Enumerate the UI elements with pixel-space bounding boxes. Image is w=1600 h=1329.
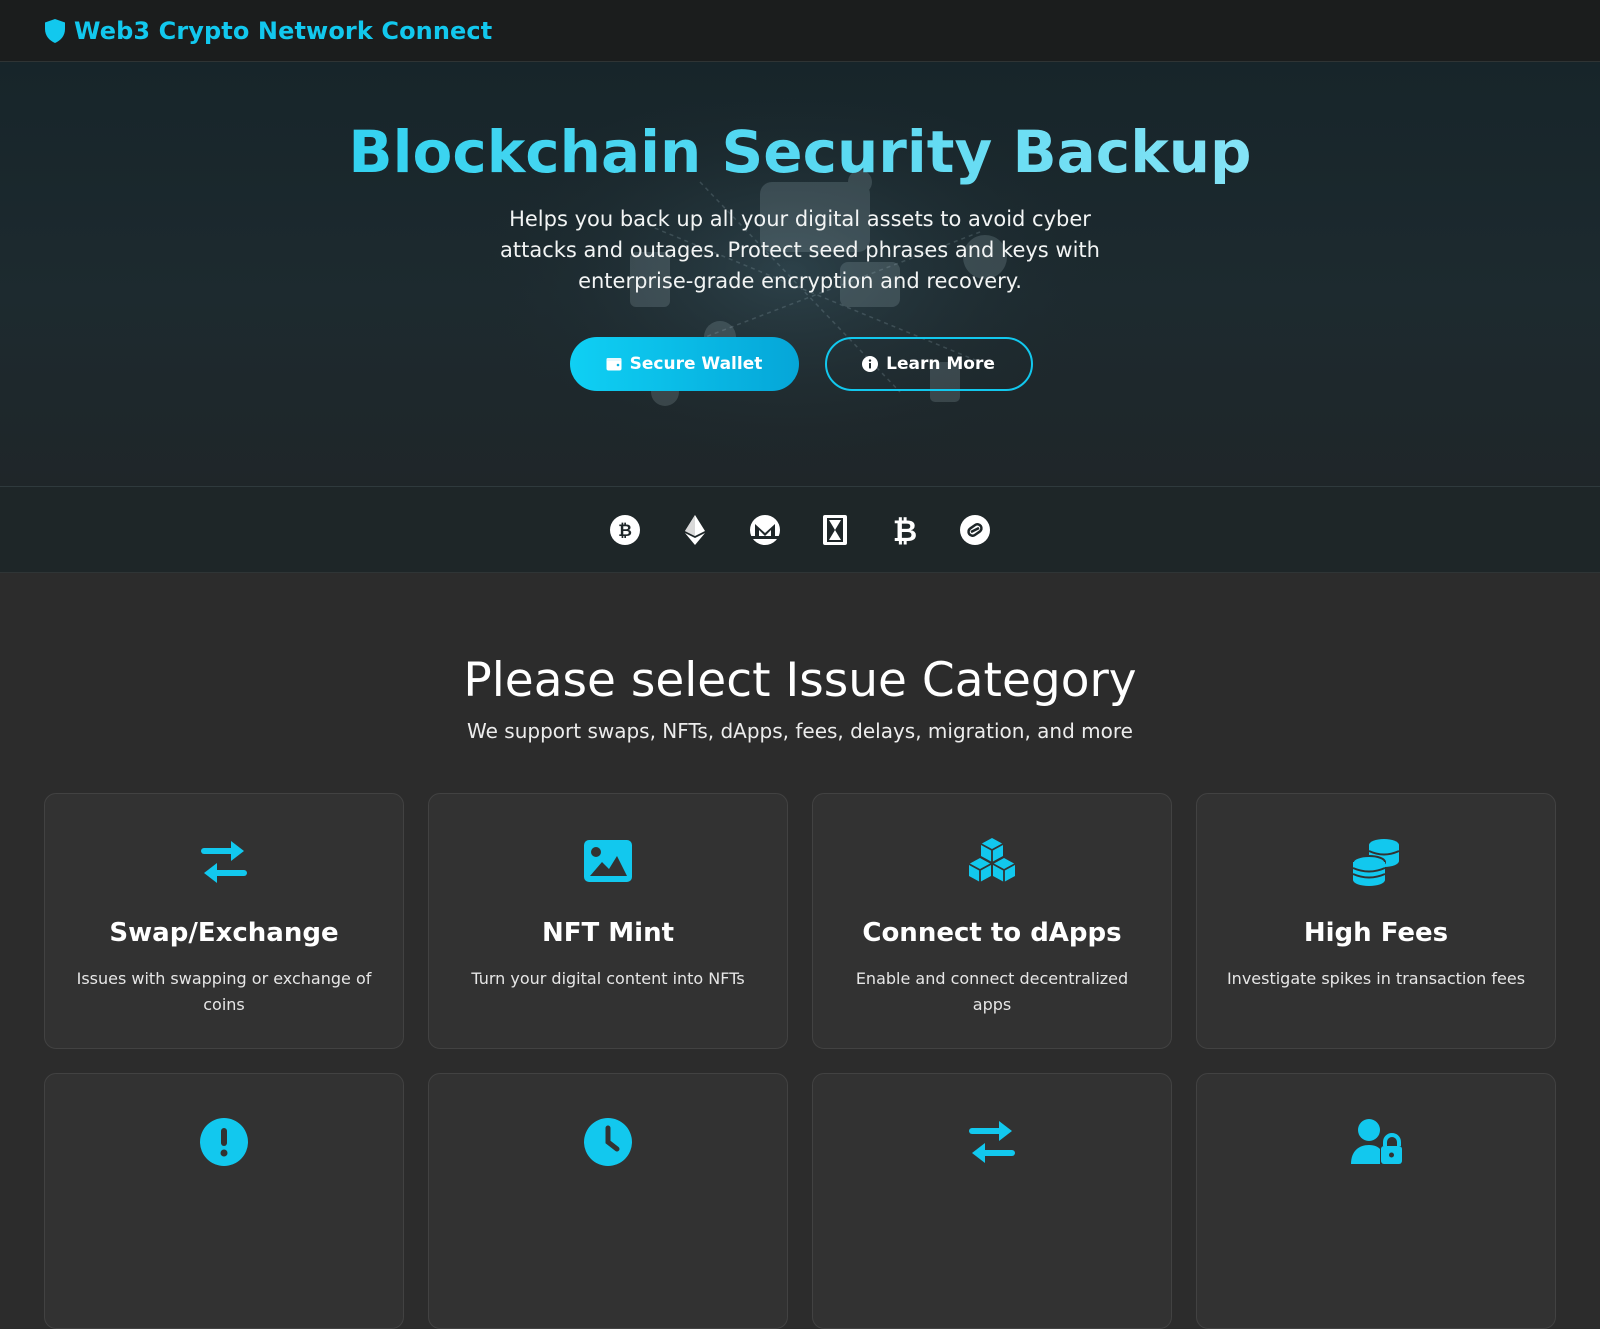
hourglass-token-icon (819, 514, 851, 546)
brand-link[interactable]: Web3 Crypto Network Connect (44, 17, 492, 45)
bitcoin-b-icon: ₿ (889, 514, 921, 546)
card-title: NFT Mint (541, 918, 675, 949)
wallet-icon (606, 356, 622, 372)
ethereum-icon (679, 514, 711, 546)
coins-icon (1350, 836, 1402, 888)
issue-card-grid: Swap/Exchange Issues with swapping or ex… (0, 793, 1600, 1329)
learn-more-label: Learn More (886, 353, 995, 374)
swap-arrows-icon (966, 1116, 1018, 1168)
card-description: Enable and connect decentralized apps (855, 968, 1129, 1014)
issue-card-8[interactable] (1196, 1073, 1556, 1329)
card-title: Swap/Exchange (109, 918, 339, 949)
issue-card-7[interactable] (812, 1073, 1172, 1329)
chainlink-icon (959, 514, 991, 546)
card-description: Turn your digital content into NFTs (471, 968, 745, 988)
card-title: Connect to dApps (862, 918, 1122, 949)
cubes-icon (966, 836, 1018, 888)
hero-section: Blockchain Security Backup Helps you bac… (0, 62, 1600, 487)
issue-card-high-fees[interactable]: High Fees Investigate spikes in transact… (1196, 793, 1556, 1050)
issue-card-nft-mint[interactable]: NFT Mint Turn your digital content into … (428, 793, 788, 1050)
hero-title: Blockchain Security Backup (0, 62, 1600, 188)
issue-card-5[interactable] (44, 1073, 404, 1329)
card-title: High Fees (1303, 918, 1449, 949)
section-title: Please select Issue Category (463, 653, 1137, 708)
learn-more-button[interactable]: Learn More (824, 336, 1033, 391)
exclamation-circle-icon (198, 1116, 250, 1168)
section-subtitle: We support swaps, NFTs, dApps, fees, del… (467, 719, 1133, 744)
secure-wallet-label: Secure Wallet (629, 353, 763, 374)
swap-arrows-icon (198, 836, 250, 888)
secure-wallet-button[interactable]: Secure Wallet (569, 336, 799, 391)
info-circle-icon (862, 355, 879, 372)
svg-text:₿: ₿ (618, 521, 632, 541)
issue-card-6[interactable] (428, 1073, 788, 1329)
clock-icon (582, 1116, 634, 1168)
shield-icon (44, 18, 66, 44)
issue-category-section: Please select Issue Category We support … (0, 573, 1600, 1329)
svg-text:₿: ₿ (893, 514, 917, 546)
user-lock-icon (1350, 1116, 1402, 1168)
card-description: Investigate spikes in transaction fees (1226, 968, 1526, 988)
hero-description: Helps you back up all your digital asset… (500, 206, 1100, 293)
issue-card-connect-dapps[interactable]: Connect to dApps Enable and connect dece… (812, 793, 1172, 1050)
image-icon (582, 836, 634, 888)
bitcoin-icon: ₿ (609, 514, 641, 546)
issue-card-swap-exchange[interactable]: Swap/Exchange Issues with swapping or ex… (44, 793, 404, 1050)
brand-name: Web3 Crypto Network Connect (74, 16, 493, 45)
top-navbar: Web3 Crypto Network Connect (0, 0, 1600, 62)
monero-icon (749, 514, 781, 546)
supported-coins-strip: ₿ ₿ (0, 487, 1600, 573)
hero-buttons: Secure Wallet Learn More (0, 336, 1600, 391)
card-description: Issues with swapping or exchange of coin… (76, 968, 372, 1014)
